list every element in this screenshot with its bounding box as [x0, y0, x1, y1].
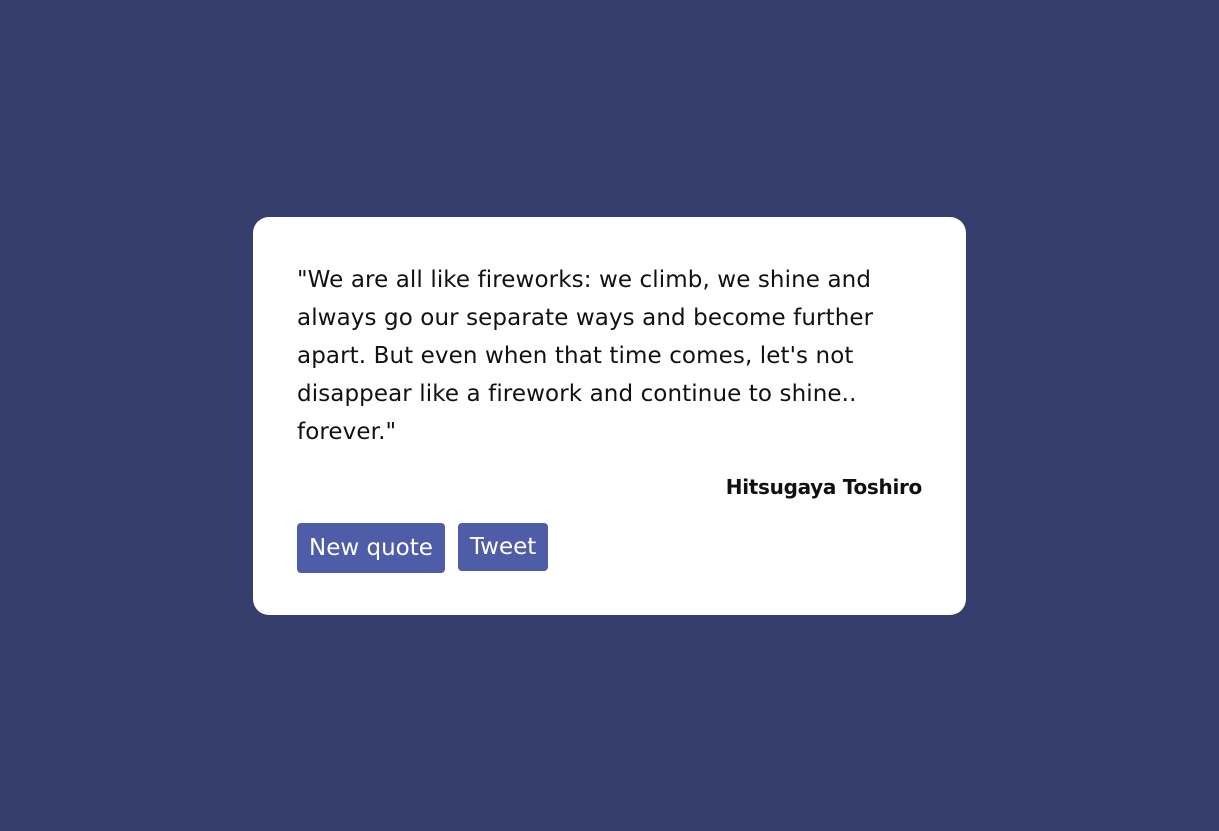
quote-text: "We are all like fireworks: we climb, we…: [297, 267, 874, 445]
tweet-button[interactable]: Tweet: [457, 523, 549, 571]
quote-actions: New quote Tweet: [297, 523, 922, 573]
quote-author: Hitsugaya Toshiro: [725, 475, 923, 499]
quote-card: "We are all like fireworks: we climb, we…: [253, 217, 966, 615]
page-background: "We are all like fireworks: we climb, we…: [0, 0, 1219, 831]
new-quote-button[interactable]: New quote: [297, 523, 445, 573]
